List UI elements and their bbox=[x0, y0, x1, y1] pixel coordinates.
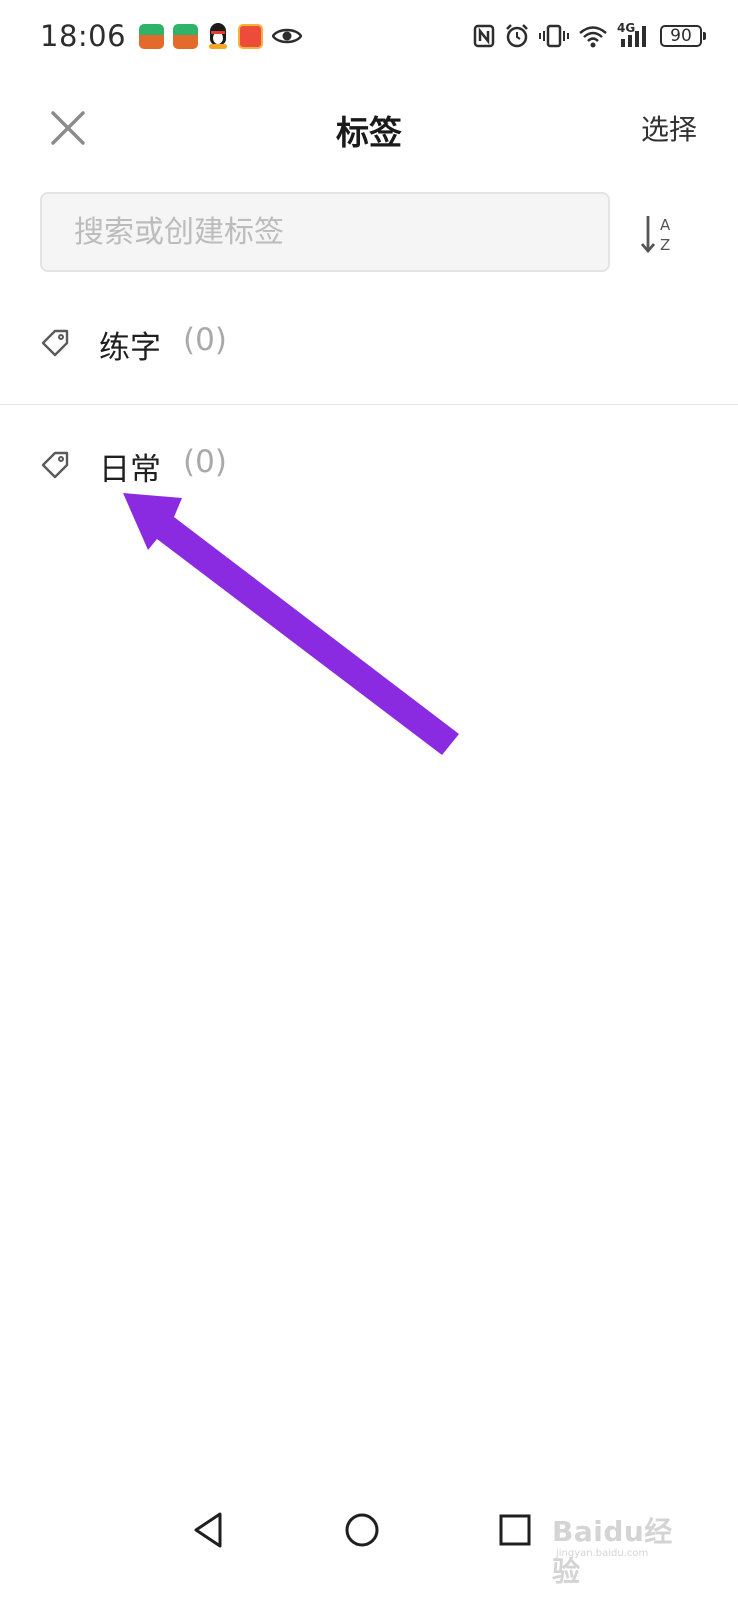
search-input[interactable] bbox=[72, 213, 608, 251]
screen: 18:06 4G 90 标签 选择 搜索或创建标签 A Z 练字 (0) 日常 … bbox=[0, 0, 738, 1600]
tag-row[interactable]: 练字 (0) bbox=[0, 284, 738, 404]
qq-penguin-icon bbox=[207, 23, 229, 49]
recent-apps-icon bbox=[499, 1514, 531, 1546]
wifi-icon bbox=[579, 26, 607, 48]
tag-name: 练字 bbox=[99, 330, 161, 366]
sort-az-icon: A Z bbox=[640, 216, 671, 254]
watermark: Baidu经验 jingyan.baidu.com bbox=[552, 1504, 692, 1588]
app-badge-icon bbox=[139, 23, 165, 49]
back-icon bbox=[194, 1512, 222, 1548]
app-badge-icon bbox=[173, 23, 199, 49]
tag-icon bbox=[41, 329, 69, 357]
home-icon bbox=[345, 1513, 379, 1547]
arrow-shape bbox=[123, 493, 459, 755]
page-title: 标签 bbox=[336, 113, 402, 152]
home-button[interactable] bbox=[338, 1506, 386, 1554]
svg-text:A: A bbox=[660, 216, 671, 234]
tag-name: 日常 bbox=[99, 452, 161, 488]
recent-apps-button[interactable] bbox=[490, 1506, 538, 1554]
svg-text:Z: Z bbox=[660, 236, 670, 254]
nfc-icon bbox=[473, 24, 495, 48]
search-box bbox=[40, 192, 610, 272]
tag-row[interactable]: 日常 (0) bbox=[0, 406, 738, 526]
watermark-url: jingyan.baidu.com bbox=[556, 1548, 649, 1559]
divider bbox=[0, 404, 738, 405]
status-left: 18:06 bbox=[40, 19, 303, 53]
tag-count: (0) bbox=[183, 322, 227, 358]
status-right: 4G 90 bbox=[473, 21, 706, 49]
vibrate-icon bbox=[539, 24, 569, 48]
app-badge-icon bbox=[238, 23, 264, 49]
header: 标签 选择 bbox=[0, 98, 738, 158]
signal-icon: 4G bbox=[617, 21, 651, 49]
sort-button[interactable]: A Z bbox=[636, 212, 680, 256]
tag-icon bbox=[41, 451, 69, 479]
battery-icon: 90 bbox=[660, 25, 706, 47]
status-time: 18:06 bbox=[40, 19, 127, 53]
tag-count: (0) bbox=[183, 444, 227, 480]
status-bar: 18:06 4G 90 bbox=[40, 14, 706, 58]
eye-icon bbox=[272, 28, 303, 44]
alarm-icon bbox=[506, 24, 528, 48]
select-button[interactable]: 选择 bbox=[641, 108, 697, 148]
back-button[interactable] bbox=[186, 1506, 234, 1554]
